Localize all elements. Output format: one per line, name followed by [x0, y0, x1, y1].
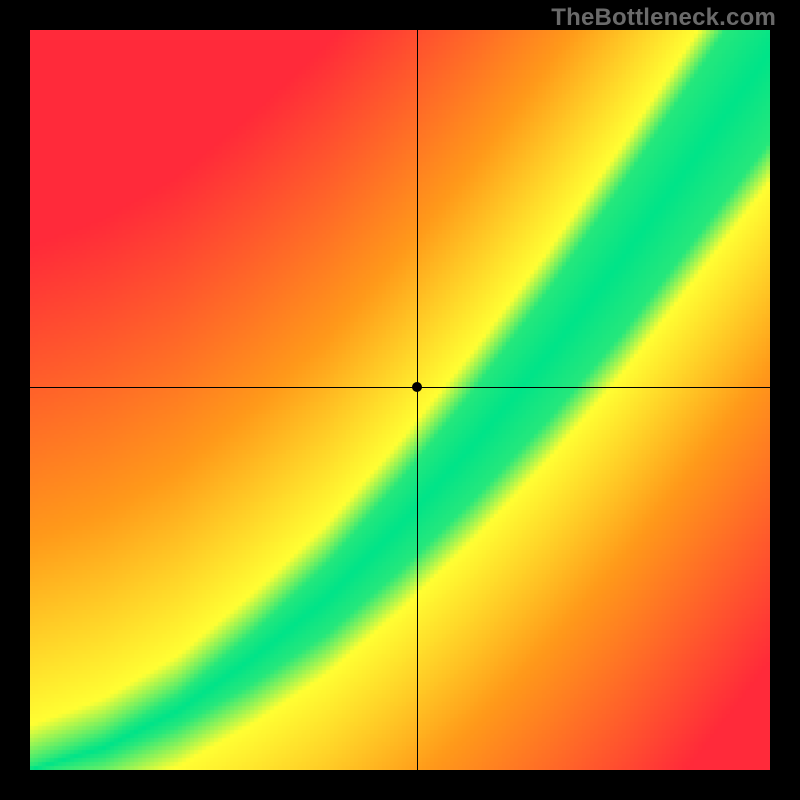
marker-dot	[412, 382, 422, 392]
crosshair-vertical	[417, 30, 418, 770]
crosshair-horizontal	[30, 387, 770, 388]
plot-area	[30, 30, 770, 770]
chart-frame: TheBottleneck.com	[0, 0, 800, 800]
heatmap-canvas	[30, 30, 770, 770]
watermark-text: TheBottleneck.com	[551, 4, 776, 32]
